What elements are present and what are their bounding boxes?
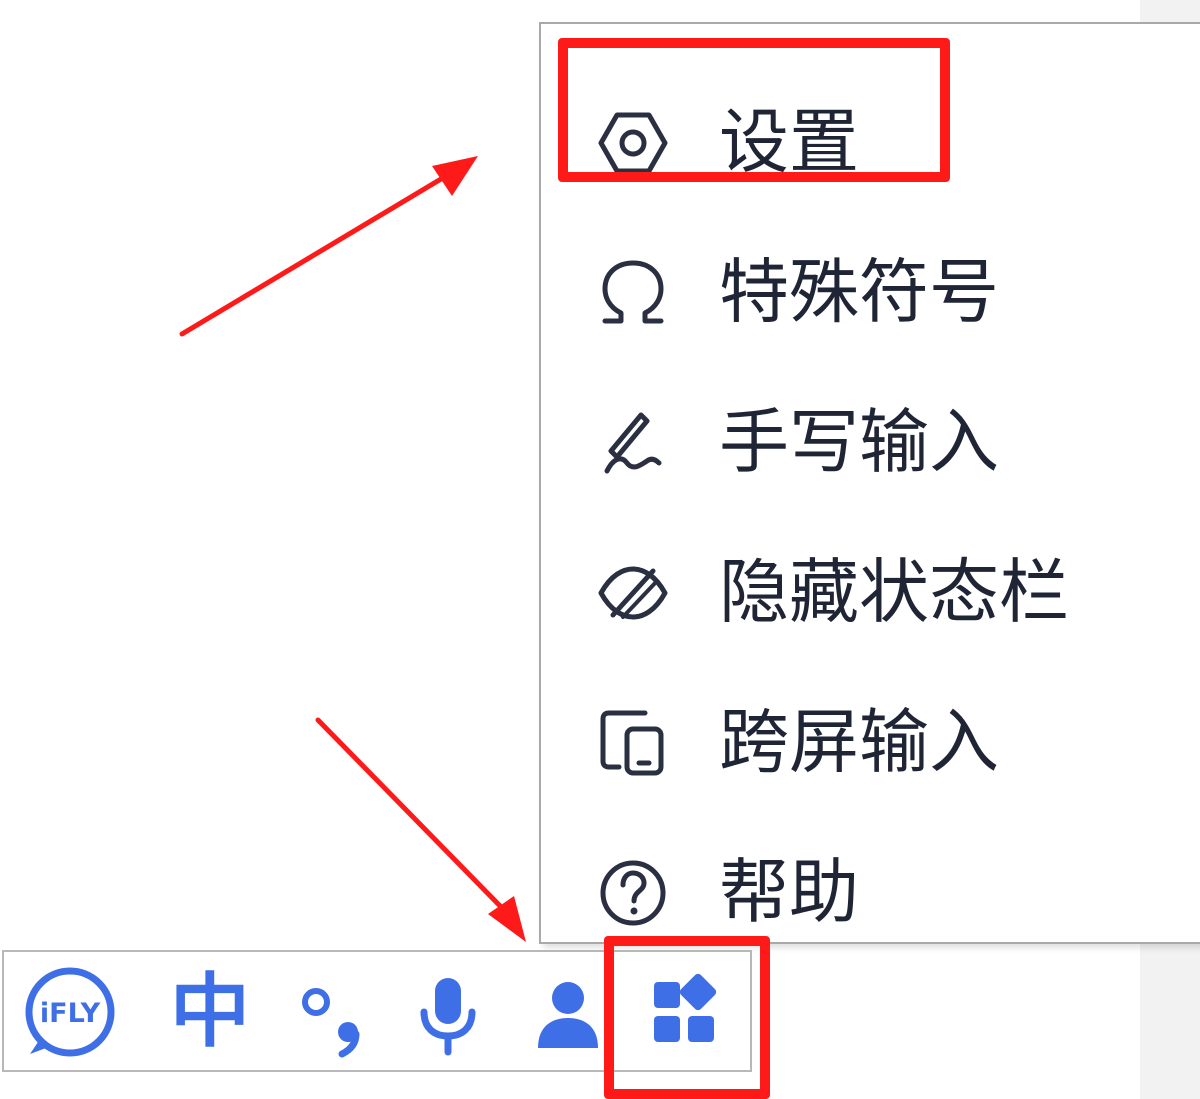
- menu-item-cross-screen[interactable]: 跨屏输入: [541, 684, 1200, 794]
- microphone-icon: [420, 978, 476, 1056]
- ime-toolbar: iFLY 中: [2, 950, 752, 1072]
- menu-item-help[interactable]: 帮助: [541, 834, 1200, 944]
- apps-grid-button[interactable]: [636, 962, 736, 1062]
- menu-item-hide-status-bar-label: 隐藏状态栏: [719, 551, 1069, 633]
- omega-icon: [597, 257, 669, 329]
- ifly-logo-button[interactable]: iFLY: [20, 962, 120, 1062]
- menu-item-help-label: 帮助: [719, 851, 859, 933]
- punctuation-button[interactable]: [280, 962, 380, 1062]
- punctuation-icon: [302, 988, 360, 1058]
- menu-item-hide-status-bar[interactable]: 隐藏状态栏: [541, 534, 1200, 644]
- menu-item-handwriting[interactable]: 手写输入: [541, 384, 1200, 494]
- voice-input-button[interactable]: [398, 962, 498, 1062]
- ime-popup-menu: 设置 特殊符号 手写输入 隐藏状态栏 跨屏输入 帮助: [539, 22, 1200, 944]
- help-circle-icon: [597, 857, 669, 929]
- chinese-mode-button[interactable]: 中: [160, 962, 260, 1062]
- menu-item-handwriting-label: 手写输入: [719, 401, 999, 483]
- ifly-logo-icon: iFLY: [25, 967, 115, 1057]
- menu-item-cross-screen-label: 跨屏输入: [719, 701, 999, 783]
- settings-hexagon-icon: [597, 107, 669, 179]
- apps-grid-icon: [654, 973, 717, 1042]
- handwriting-pen-icon: [597, 407, 669, 479]
- user-button[interactable]: [518, 962, 618, 1062]
- menu-item-special-symbols[interactable]: 特殊符号: [541, 234, 1200, 344]
- user-icon: [538, 982, 598, 1048]
- menu-item-special-symbols-label: 特殊符号: [719, 251, 999, 333]
- menu-item-settings[interactable]: 设置: [541, 84, 1200, 194]
- chinese-mode-label: 中: [170, 965, 250, 1058]
- ifly-logo-text: iFLY: [40, 998, 101, 1029]
- hide-eye-icon: [597, 557, 669, 629]
- cross-screen-icon: [597, 707, 669, 779]
- menu-item-settings-label: 设置: [719, 101, 859, 183]
